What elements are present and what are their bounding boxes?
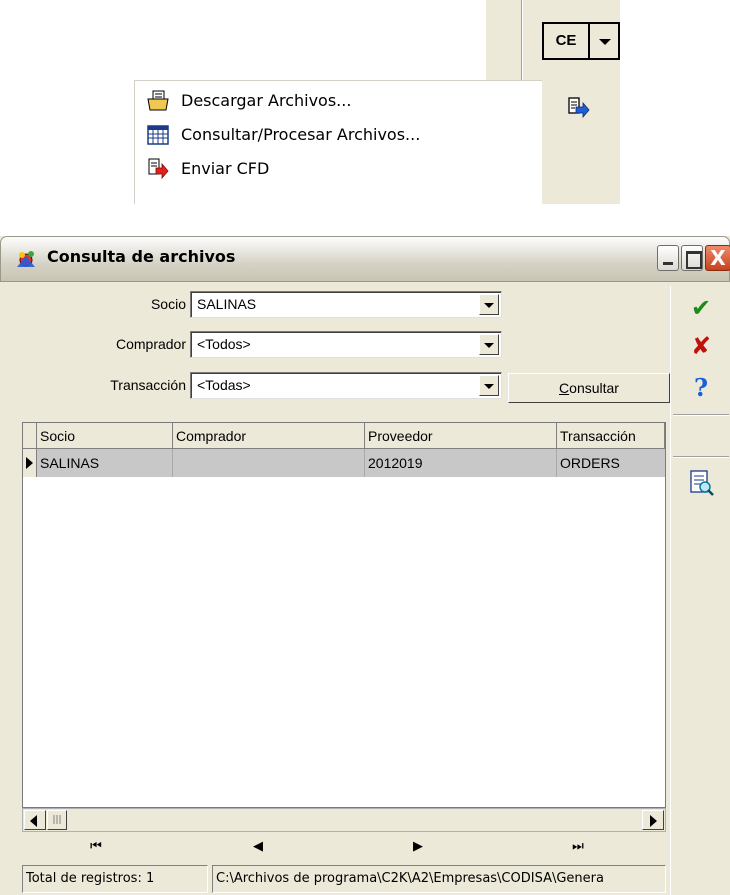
dropdown-menu: Descargar Archivos... Consultar/Procesar…: [134, 80, 542, 204]
app-icon: [13, 247, 39, 273]
consultar-button[interactable]: Consultar: [508, 373, 670, 403]
help-button[interactable]: ?: [675, 370, 727, 406]
consultar-label: onsultar: [569, 380, 619, 396]
view-document-button[interactable]: [675, 464, 727, 500]
scroll-thumb[interactable]: |||: [47, 810, 67, 830]
comprador-value: <Todos>: [197, 336, 251, 352]
side-separator: [673, 456, 729, 458]
last-record-icon[interactable]: ⏭: [528, 834, 628, 860]
transaccion-value: <Todas>: [197, 377, 251, 393]
close-button[interactable]: X: [705, 245, 730, 271]
ce-dropdown-button[interactable]: [590, 22, 620, 60]
results-grid: Socio Comprador Proveedor Transacción SA…: [22, 422, 666, 808]
menu-item-consultar[interactable]: Consultar/Procesar Archivos...: [135, 121, 541, 149]
grid-header: Socio Comprador Proveedor Transacción: [23, 423, 665, 449]
menu-snippet: CE Descargar Archivos... Consultar/Proce…: [0, 0, 730, 210]
table-row[interactable]: SALINAS 2012019 ORDERS: [37, 449, 665, 477]
chevron-down-icon[interactable]: [479, 294, 499, 315]
column-header-transaccion[interactable]: Transacción: [557, 423, 665, 449]
document-magnifier-icon: [690, 470, 714, 496]
menu-item-enviar-cfd[interactable]: Enviar CFD: [135, 155, 541, 183]
window-title: Consulta de archivos: [47, 247, 236, 266]
status-bar: Total de registros: 1 C:\Archivos de pro…: [0, 862, 668, 895]
menu-item-label: Enviar CFD: [181, 159, 270, 178]
transaccion-label: Transacción: [110, 377, 186, 393]
chevron-down-icon[interactable]: [479, 375, 499, 396]
column-header-proveedor[interactable]: Proveedor: [365, 423, 557, 449]
menu-item-descargar[interactable]: Descargar Archivos...: [135, 87, 541, 115]
checkmark-icon: ✔: [690, 294, 712, 322]
socio-value: SALINAS: [197, 296, 257, 312]
ok-button[interactable]: ✔: [675, 290, 727, 326]
question-icon: ?: [693, 373, 709, 402]
cell-socio: SALINAS: [37, 449, 173, 477]
column-header-socio[interactable]: Socio: [37, 423, 173, 449]
send-document-icon: [147, 158, 169, 180]
scroll-left-icon[interactable]: [24, 810, 46, 830]
download-folder-icon: [147, 90, 169, 112]
indicator-header: [23, 423, 37, 449]
cancel-button[interactable]: ✘: [675, 328, 727, 364]
cell-transaccion: ORDERS: [560, 455, 620, 471]
status-total: Total de registros: 1: [22, 865, 208, 893]
toolbar-separator: [521, 0, 523, 80]
menu-item-label: Descargar Archivos...: [181, 91, 352, 110]
horizontal-scrollbar[interactable]: |||: [22, 808, 666, 832]
ce-button[interactable]: CE: [542, 22, 590, 60]
consultar-accel: C: [559, 380, 570, 396]
consulta-window: Consulta de archivos X Socio SALINAS Com…: [0, 236, 730, 895]
column-header-comprador[interactable]: Comprador: [173, 423, 365, 449]
row-indicator-icon: [23, 449, 37, 477]
comprador-label: Comprador: [115, 336, 186, 352]
comprador-combo[interactable]: <Todos>: [190, 331, 502, 358]
close-icon: X: [710, 246, 726, 270]
side-separator: [673, 414, 729, 416]
chevron-down-icon[interactable]: [479, 334, 499, 355]
scroll-right-icon[interactable]: [642, 810, 664, 830]
title-bar[interactable]: Consulta de archivos X: [0, 236, 730, 282]
spreadsheet-icon: [147, 124, 169, 146]
filter-panel: Socio SALINAS Comprador <Todos> Transacc…: [8, 286, 670, 412]
minimize-button[interactable]: [657, 245, 679, 271]
status-path: C:\Archivos de programa\C2K\A2\Empresas\…: [212, 865, 666, 893]
record-navigator: ⏮ ◀ ▶ ⏭: [22, 834, 666, 860]
transaccion-combo[interactable]: <Todas>: [190, 372, 502, 399]
first-record-icon[interactable]: ⏮: [46, 834, 146, 860]
socio-combo[interactable]: SALINAS: [190, 291, 502, 318]
next-record-icon[interactable]: ▶: [368, 834, 468, 860]
cell-proveedor: 2012019: [365, 449, 557, 477]
prev-record-icon[interactable]: ◀: [208, 834, 308, 860]
menu-item-label: Consultar/Procesar Archivos...: [181, 125, 421, 144]
x-icon: ✘: [690, 332, 712, 360]
side-toolbar: ✔ ✘ ?: [670, 286, 730, 895]
cell-comprador: [173, 449, 365, 477]
socio-label: Socio: [150, 296, 186, 312]
send-document-toolbar-icon[interactable]: [566, 96, 590, 120]
maximize-button[interactable]: [681, 245, 703, 271]
